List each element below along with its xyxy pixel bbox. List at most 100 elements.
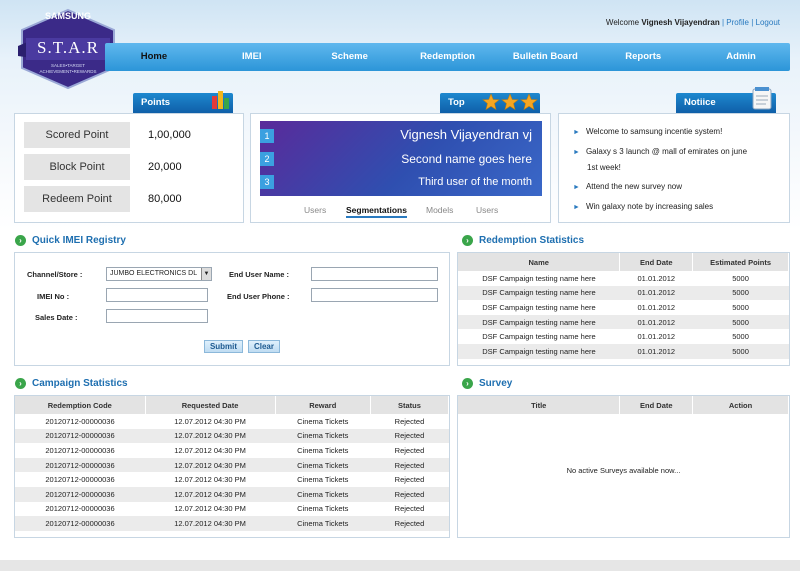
star-icon	[482, 93, 538, 114]
notice-text: Welcome to samsung incentie system!	[585, 127, 723, 136]
cell: DSF Campaign testing name here	[482, 302, 596, 312]
user-name: Vignesh Vijayendran	[641, 18, 720, 27]
nav-home[interactable]: Home	[105, 43, 203, 71]
cell: 12.07.2012 04:30 PM	[174, 445, 246, 455]
column-header: Title	[458, 396, 621, 414]
star-logo[interactable]: SAMSUNG S.T.A.R SALES•TARGET ACHIEVEMENT…	[18, 8, 118, 90]
redeem-point-value: 80,000	[148, 193, 182, 205]
nav-redemption[interactable]: Redemption	[399, 43, 497, 71]
cell: 01.01.2012	[637, 273, 676, 283]
cell: DSF Campaign testing name here	[482, 273, 596, 283]
separator: |	[721, 18, 725, 27]
cell: 20120712-00000036	[15, 516, 146, 531]
arrow-circle-icon: ›	[15, 378, 26, 389]
logo-tagline-1: SALES•TARGET	[50, 63, 85, 68]
points-panel: Scored Point 1,00,000 Block Point 20,000…	[14, 113, 244, 223]
sales-date-label: Sales Date :	[35, 313, 78, 322]
end-user-name-input[interactable]	[311, 267, 438, 281]
channel-label: Channel/Store :	[27, 270, 83, 279]
notice-item[interactable]: ► Win galaxy note by increasing sales	[573, 200, 713, 214]
cell: Rejected	[394, 445, 425, 455]
top-user-2: Second name goes here	[401, 152, 532, 166]
table-row: 20120712-00000036 12.07.2012 04:30 PM Cine…	[15, 428, 449, 444]
bar-chart-icon	[211, 88, 231, 113]
cell: 20120712-00000036	[45, 445, 115, 455]
cell: Rejected	[370, 516, 449, 531]
column-header: Status	[370, 396, 450, 414]
column-header: Requested Date	[145, 396, 276, 414]
tab-models[interactable]: Models	[426, 205, 453, 215]
cell: Cinema Tickets	[275, 486, 371, 502]
cell: 20120712-00000036	[15, 457, 146, 473]
top-users-banner[interactable]: 1 Vignesh Vijayendran vj 2 Second name g…	[260, 121, 542, 196]
table-row: 20120712-00000036 12.07.2012 04:30 PM Cine…	[15, 472, 449, 487]
table-row: 20120712-00000036 12.07.2012 04:30 PM Cine…	[15, 502, 449, 517]
profile-link[interactable]: Profile	[726, 18, 749, 27]
campaign-table: Redemption Code Requested Date Reward St…	[15, 396, 450, 531]
cell: Cinema Tickets	[297, 416, 349, 426]
nav-bulletin-board[interactable]: Bulletin Board	[496, 43, 594, 71]
nav-scheme[interactable]: Scheme	[301, 43, 399, 71]
footer-bar	[0, 560, 800, 571]
redemption-section-header: › Redemption Statistics	[462, 235, 584, 246]
notice-item[interactable]: ► Galaxy s 3 launch @ mall of emirates on…	[573, 145, 747, 159]
arrow-icon: ►	[573, 129, 580, 136]
cell: 01.01.2012	[619, 285, 693, 301]
table-row: DSF Campaign testing name here 01.01.2012…	[458, 343, 789, 359]
table-row: DSF Campaign testing name here 01.01.2012…	[458, 314, 789, 330]
cell: Cinema Tickets	[275, 428, 371, 444]
arrow-circle-icon: ›	[462, 235, 473, 246]
notice-item[interactable]: ► Welcome to samsung incentie system!	[573, 125, 722, 139]
imei-section-header: › Quick IMEI Registry	[15, 235, 126, 246]
channel-select-value: JUMBO ELECTRONICS DL	[110, 270, 198, 277]
submit-button[interactable]: Submit	[204, 340, 243, 353]
nav-admin[interactable]: Admin	[692, 43, 790, 71]
welcome-bar: Welcome Vignesh Vijayendran | Profile | …	[606, 18, 780, 27]
arrow-circle-icon: ›	[15, 235, 26, 246]
points-title: Points	[141, 97, 171, 108]
cell: 12.07.2012 04:30 PM	[174, 475, 246, 485]
notice-text: Attend the new survey now	[585, 182, 682, 191]
cell: DSF Campaign testing name here	[458, 343, 620, 359]
cell: Rejected	[394, 504, 425, 514]
table-row: DSF Campaign testing name here 01.01.2012…	[458, 285, 789, 301]
sales-date-input[interactable]	[106, 309, 208, 323]
notice-item-continued: 1st week!	[587, 163, 621, 172]
notice-item[interactable]: ► Attend the new survey now	[573, 180, 682, 194]
nav-reports[interactable]: Reports	[594, 43, 692, 71]
campaign-title: Campaign Statistics	[32, 378, 128, 389]
cell: Rejected	[370, 457, 449, 473]
tab-segmentations[interactable]: Segmentations	[346, 205, 407, 218]
top-title: Top	[448, 97, 465, 108]
cell: DSF Campaign testing name here	[458, 285, 620, 301]
end-user-phone-input[interactable]	[311, 288, 438, 302]
column-header: Action	[692, 396, 789, 414]
cell: 12.07.2012 04:30 PM	[174, 416, 246, 426]
cell: 12.07.2012 04:30 PM	[145, 486, 276, 502]
tab-users[interactable]: Users	[304, 205, 326, 215]
nav-imei[interactable]: IMEI	[203, 43, 301, 71]
tab-users-2[interactable]: Users	[476, 205, 498, 215]
clear-button[interactable]: Clear	[248, 340, 280, 353]
cell: Rejected	[370, 486, 449, 502]
logo-title: S.T.A.R	[37, 38, 99, 57]
top-user-3: Third user of the month	[418, 176, 532, 188]
imei-label: IMEI No :	[37, 292, 70, 301]
end-user-phone-label: End User Phone :	[227, 292, 290, 301]
cell: 5000	[692, 343, 789, 359]
logout-link[interactable]: Logout	[756, 18, 780, 27]
cell: DSF Campaign testing name here	[458, 314, 620, 330]
cell: 01.01.2012	[619, 314, 693, 330]
imei-title: Quick IMEI Registry	[32, 235, 126, 246]
cell: 20120712-00000036	[15, 428, 146, 444]
channel-select[interactable]: JUMBO ELECTRONICS DL ▼	[106, 267, 212, 281]
scored-point-value: 1,00,000	[148, 129, 191, 141]
cell: Cinema Tickets	[297, 504, 349, 514]
top-user-1: Vignesh Vijayendran vj	[400, 127, 532, 142]
notice-title: Notiice	[684, 97, 716, 108]
imei-input[interactable]	[106, 288, 208, 302]
column-header: Redemption Code	[15, 396, 146, 414]
cell: Cinema Tickets	[297, 475, 349, 485]
welcome-text: Welcome	[605, 18, 640, 27]
table-row: 20120712-00000036 12.07.2012 04:30 PM Cine…	[15, 443, 449, 458]
